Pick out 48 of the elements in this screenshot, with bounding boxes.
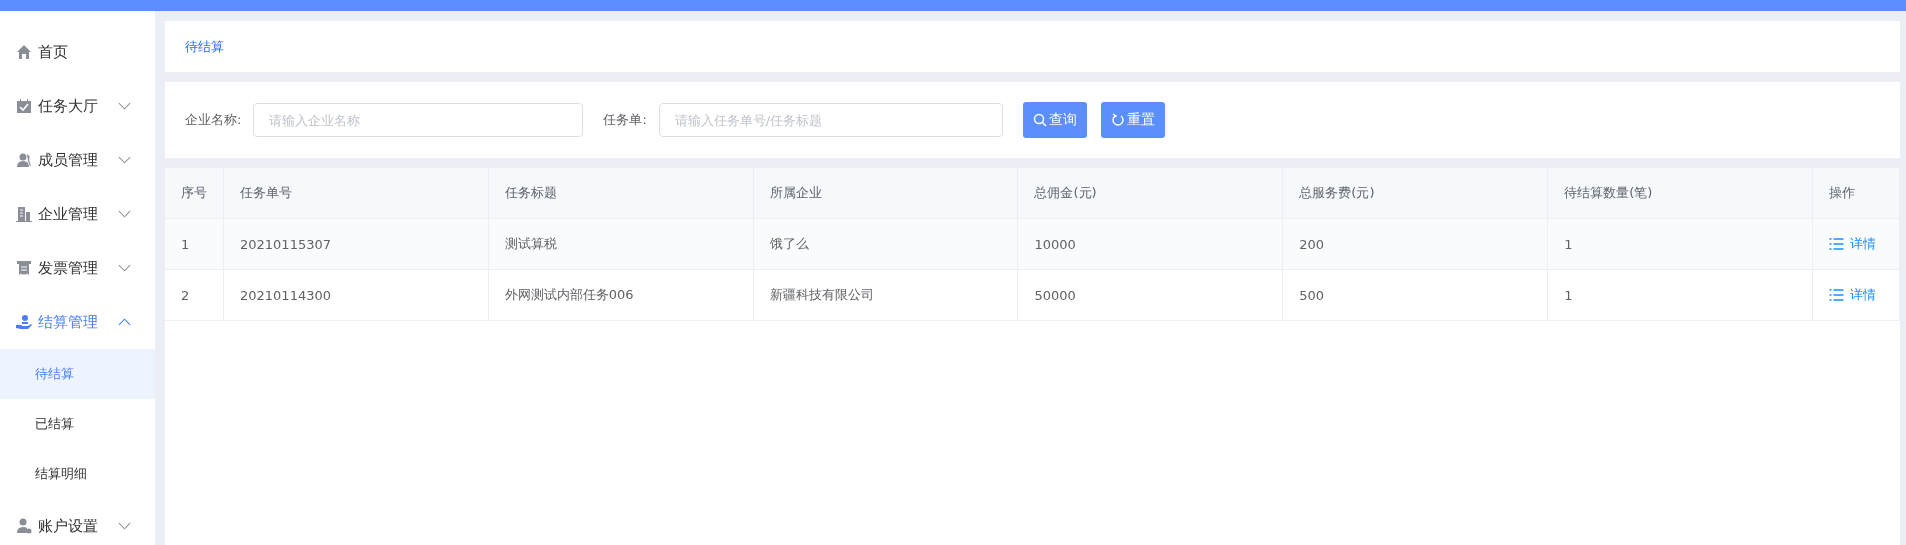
table-cell: 1 [1547,269,1813,321]
list-icon [1829,238,1844,250]
table-cell: 200 [1282,218,1548,270]
table-cell: 新疆科技有限公司 [753,269,1018,321]
breadcrumb[interactable]: 待结算 [185,37,224,56]
column-header: 总佣金(元) [1018,168,1283,219]
input-field[interactable]: 请输入任务单号/任务标题 [658,103,1003,137]
table-cell: 20210114300 [223,269,489,321]
calendar-icon [16,98,32,114]
receipt-icon [16,260,32,276]
field-label: 企业名称: [185,111,242,129]
hand-coin-icon [16,314,32,330]
sidebar-item[interactable]: 任务大厅 [0,79,155,133]
search-icon [1032,113,1047,127]
input-field[interactable]: 请输入企业名称 [253,103,584,137]
sidebar-subitem[interactable]: 结算明细 [0,449,155,499]
table-cell: 1 [165,218,224,270]
sidebar-item[interactable]: 企业管理 [0,187,155,241]
home-icon [16,44,32,60]
sidebar-subitem[interactable]: 已结算 [0,399,155,449]
table-cell: 1 [1547,218,1813,270]
column-header: 序号 [165,168,224,219]
table-cell: 50000 [1018,269,1283,321]
list-icon [1829,289,1844,301]
field-label: 任务单: [603,111,647,129]
column-header: 总服务费(元) [1282,168,1548,219]
building-icon [16,206,32,222]
column-header: 待结算数量(笔) [1547,168,1813,219]
column-header: 任务单号 [223,168,489,219]
sidebar-item[interactable]: 发票管理 [0,241,155,295]
refresh-icon [1110,113,1125,127]
table-cell: 测试算税 [488,218,754,270]
table-cell: 500 [1282,269,1548,321]
sidebar-item[interactable]: 结算管理 [0,295,155,349]
table-cell: 饿了么 [753,218,1018,270]
column-header: 操作 [1812,168,1900,219]
column-header: 任务标题 [488,168,754,219]
sidebar-item[interactable]: 成员管理 [0,133,155,187]
sidebar-item[interactable]: 账户设置 [0,499,155,545]
people-icon [16,152,32,168]
column-header: 所属企业 [753,168,1018,219]
table-cell: 10000 [1018,218,1283,270]
table-cell: 20210115307 [223,218,489,270]
table-cell: 外网测试内部任务006 [488,269,754,321]
user-gear-icon [16,518,32,534]
sidebar-subitem[interactable]: 待结算 [0,349,155,399]
table-cell: 2 [165,269,224,321]
sidebar-item[interactable]: 首页 [0,25,155,79]
